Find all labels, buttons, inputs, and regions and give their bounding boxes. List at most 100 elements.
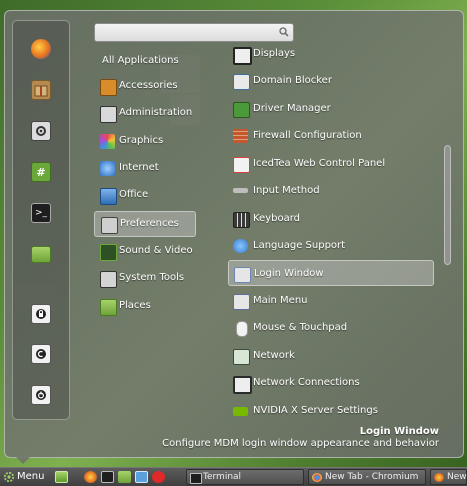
hashtag-icon: # xyxy=(36,165,46,179)
app-driver-manager[interactable]: Driver Manager xyxy=(228,96,434,122)
app-displays[interactable]: Displays xyxy=(228,41,434,67)
terminal-icon: >_ xyxy=(34,208,48,218)
app-label: Network xyxy=(253,350,295,361)
power-icon xyxy=(36,390,46,400)
firefox-icon xyxy=(434,473,444,482)
search-box[interactable] xyxy=(94,23,294,42)
lock-icon xyxy=(36,309,46,319)
keyboard-icon xyxy=(233,212,250,228)
app-network-connections[interactable]: Network Connections xyxy=(228,370,434,396)
terminal-icon[interactable] xyxy=(101,471,114,483)
opera-icon[interactable] xyxy=(152,471,165,483)
selected-app-title: Login Window xyxy=(359,426,439,437)
app-login-window[interactable]: Login Window xyxy=(228,260,434,286)
app-label: Login Window xyxy=(254,268,324,279)
app-label: Main Menu xyxy=(253,295,308,306)
firefox-icon[interactable] xyxy=(84,471,97,483)
app-domain-blocker[interactable]: Domain Blocker xyxy=(228,68,434,94)
app-label: Language Support xyxy=(253,240,346,251)
taskbar: Menu Terminal New Tab - Chromium New xyxy=(0,467,467,486)
graphics-icon xyxy=(100,134,115,149)
menu-button[interactable]: Menu xyxy=(0,468,48,486)
category-graphics[interactable]: Graphics xyxy=(94,130,196,154)
favorite-files[interactable] xyxy=(31,246,51,263)
category-office[interactable]: Office xyxy=(94,184,196,208)
app-input-method[interactable]: Input Method xyxy=(228,178,434,204)
app-main-menu[interactable]: Main Menu xyxy=(228,288,434,314)
favorites-bar: # >_ xyxy=(12,20,70,420)
show-desktop-icon[interactable] xyxy=(55,471,68,483)
driver-manager-icon xyxy=(233,102,250,118)
lock-screen-button[interactable] xyxy=(31,304,51,324)
category-label: Accessories xyxy=(119,80,178,91)
domain-blocker-icon xyxy=(233,74,250,90)
selected-app-description: Configure MDM login window appearance an… xyxy=(162,438,439,449)
input-method-icon xyxy=(233,188,248,193)
app-label: NVIDIA X Server Settings xyxy=(253,405,378,416)
category-administration[interactable]: Administration xyxy=(94,102,196,126)
category-system-tools[interactable]: System Tools xyxy=(94,267,196,291)
app-network[interactable]: Network xyxy=(228,343,434,369)
menu-label: Menu xyxy=(17,471,45,482)
category-label: Sound & Video xyxy=(119,245,193,256)
search-input[interactable] xyxy=(98,25,270,40)
category-label: System Tools xyxy=(119,272,185,283)
category-label: Preferences xyxy=(120,218,179,229)
app-label: Input Method xyxy=(253,185,320,196)
app-firewall-configuration[interactable]: Firewall Configuration xyxy=(228,123,434,149)
nvidia-icon xyxy=(233,407,248,416)
network-icon xyxy=(233,349,250,365)
app-list-scrollbar[interactable] xyxy=(444,145,451,265)
category-preferences[interactable]: Preferences xyxy=(94,211,196,237)
app-label: Driver Manager xyxy=(253,103,331,114)
task-label: Terminal xyxy=(203,472,242,482)
app-label: Domain Blocker xyxy=(253,75,332,86)
places-icon xyxy=(100,299,117,316)
task-label: New Tab - Chromium xyxy=(325,472,419,482)
files-icon[interactable] xyxy=(118,471,131,483)
favorite-software-manager[interactable] xyxy=(31,80,51,100)
app-icedtea-web-control-panel[interactable]: IcedTea Web Control Panel xyxy=(228,151,434,177)
internet-icon xyxy=(100,161,115,176)
app-keyboard[interactable]: Keyboard xyxy=(228,206,434,232)
menu-pointer xyxy=(16,457,30,464)
category-internet[interactable]: Internet xyxy=(94,157,196,181)
app-label: Keyboard xyxy=(253,213,301,224)
network-connections-icon xyxy=(233,376,252,394)
category-places[interactable]: Places xyxy=(94,295,196,319)
package-icon xyxy=(34,85,48,97)
category-all-applications[interactable]: All Applications xyxy=(94,50,196,74)
displays-icon xyxy=(233,47,252,65)
preferences-icon xyxy=(101,217,118,234)
favorite-hexchat[interactable]: # xyxy=(31,162,51,182)
app-label: IcedTea Web Control Panel xyxy=(253,158,386,169)
screenshot-icon[interactable] xyxy=(135,471,148,483)
sound-video-icon xyxy=(100,244,117,261)
app-nvidia-x-server-settings[interactable]: NVIDIA X Server Settings xyxy=(228,398,434,424)
terminal-icon xyxy=(190,473,202,484)
main-menu-icon xyxy=(233,294,250,310)
favorite-firefox[interactable] xyxy=(31,39,51,59)
category-label: Internet xyxy=(119,162,159,173)
task-label: New xyxy=(447,472,467,482)
category-sound-video[interactable]: Sound & Video xyxy=(94,240,196,264)
app-language-support[interactable]: Language Support xyxy=(228,233,434,259)
app-label: Firewall Configuration xyxy=(253,130,362,141)
logout-button[interactable] xyxy=(31,344,51,364)
favorite-terminal[interactable]: >_ xyxy=(31,203,51,223)
app-mouse-touchpad[interactable]: Mouse & Touchpad xyxy=(228,315,434,341)
task-chromium[interactable]: New Tab - Chromium xyxy=(308,469,426,485)
icedtea-icon xyxy=(233,157,250,173)
chromium-icon xyxy=(312,473,322,482)
task-terminal[interactable]: Terminal xyxy=(186,469,304,485)
logout-icon xyxy=(36,349,46,359)
app-label: Network Connections xyxy=(253,377,360,388)
shutdown-button[interactable] xyxy=(31,385,51,405)
category-label: Graphics xyxy=(119,135,164,146)
category-label: Places xyxy=(119,300,151,311)
favorite-system-settings[interactable] xyxy=(31,121,51,141)
category-accessories[interactable]: Accessories xyxy=(94,75,196,99)
task-firefox[interactable]: New xyxy=(430,469,467,485)
office-icon xyxy=(100,188,117,205)
app-label: Displays xyxy=(253,48,296,59)
